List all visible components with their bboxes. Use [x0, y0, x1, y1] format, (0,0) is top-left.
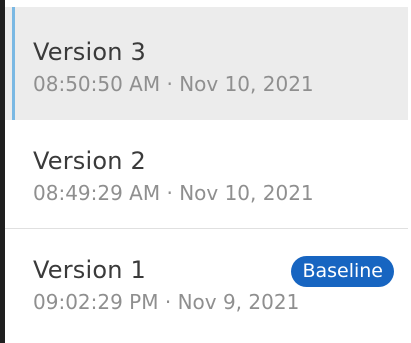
version-timestamp: 08:49:29 AM · Nov 10, 2021 — [33, 181, 314, 205]
version-item-2[interactable]: Version 2 08:49:29 AM · Nov 10, 2021 — [5, 120, 408, 228]
version-item-3[interactable]: Version 3 08:50:50 AM · Nov 10, 2021 — [5, 7, 408, 120]
version-title: Version 2 — [33, 147, 146, 175]
version-list: Version 3 08:50:50 AM · Nov 10, 2021 Ver… — [5, 7, 408, 336]
version-timestamp: 08:50:50 AM · Nov 10, 2021 — [33, 72, 314, 96]
version-item-1[interactable]: Version 1 09:02:29 PM · Nov 9, 2021 Base… — [5, 228, 408, 336]
version-history-panel: Version 3 08:50:50 AM · Nov 10, 2021 Ver… — [0, 0, 411, 343]
version-title: Version 3 — [33, 38, 146, 66]
version-timestamp: 09:02:29 PM · Nov 9, 2021 — [33, 290, 300, 314]
baseline-badge: Baseline — [291, 256, 394, 287]
